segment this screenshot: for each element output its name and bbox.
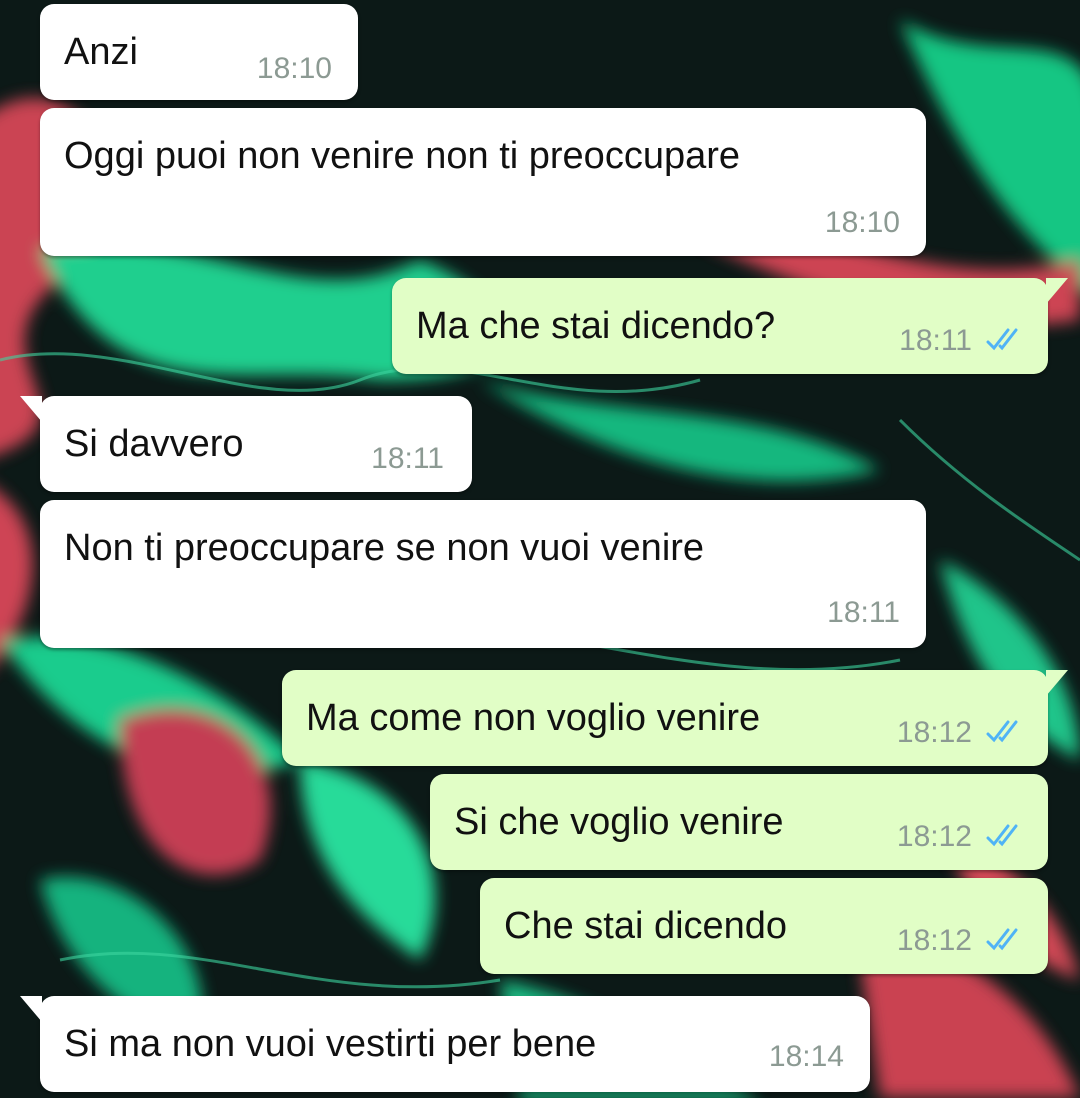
message-text: Anzi <box>64 31 138 73</box>
message-incoming[interactable]: Oggi puoi non venire non ti preoccupare … <box>40 108 926 256</box>
message-incoming[interactable]: Non ti preoccupare se non vuoi venire 18… <box>40 500 926 648</box>
message-text: Ma che stai dicendo? <box>416 305 776 347</box>
message-outgoing[interactable]: Si che voglio venire 18:12 <box>430 774 1048 870</box>
message-time: 18:11 <box>899 324 972 357</box>
message-incoming[interactable]: Si davvero 18:11 <box>20 396 472 492</box>
message-time: 18:12 <box>896 924 972 957</box>
message-time: 18:11 <box>827 596 900 629</box>
message-text: Ma come non voglio venire <box>306 697 761 739</box>
message-outgoing[interactable]: Ma che stai dicendo? 18:11 <box>392 278 1068 374</box>
message-time: 18:10 <box>824 206 900 239</box>
double-check-icon <box>986 720 1018 743</box>
message-outgoing[interactable]: Ma come non voglio venire 18:12 <box>282 670 1068 766</box>
message-text: Si davvero <box>64 423 244 465</box>
double-check-icon <box>986 328 1018 351</box>
message-incoming[interactable]: Anzi 18:10 <box>40 4 358 100</box>
message-text: Non ti preoccupare se non vuoi venire <box>64 527 705 569</box>
message-time: 18:12 <box>896 716 972 749</box>
message-text: Che stai dicendo <box>504 905 788 947</box>
message-text: Si che voglio venire <box>454 801 784 843</box>
message-time: 18:14 <box>768 1040 844 1073</box>
double-check-icon <box>986 824 1018 847</box>
message-text: Oggi puoi non venire non ti preoccupare <box>64 135 741 177</box>
message-time: 18:11 <box>371 442 444 475</box>
message-time: 18:12 <box>896 820 972 853</box>
message-incoming[interactable]: Si ma non vuoi vestirti per bene 18:14 <box>20 996 870 1092</box>
message-text: Si ma non vuoi vestirti per bene <box>64 1023 597 1065</box>
message-outgoing[interactable]: Che stai dicendo 18:12 <box>480 878 1048 974</box>
double-check-icon <box>986 928 1018 951</box>
message-time: 18:10 <box>256 52 332 85</box>
